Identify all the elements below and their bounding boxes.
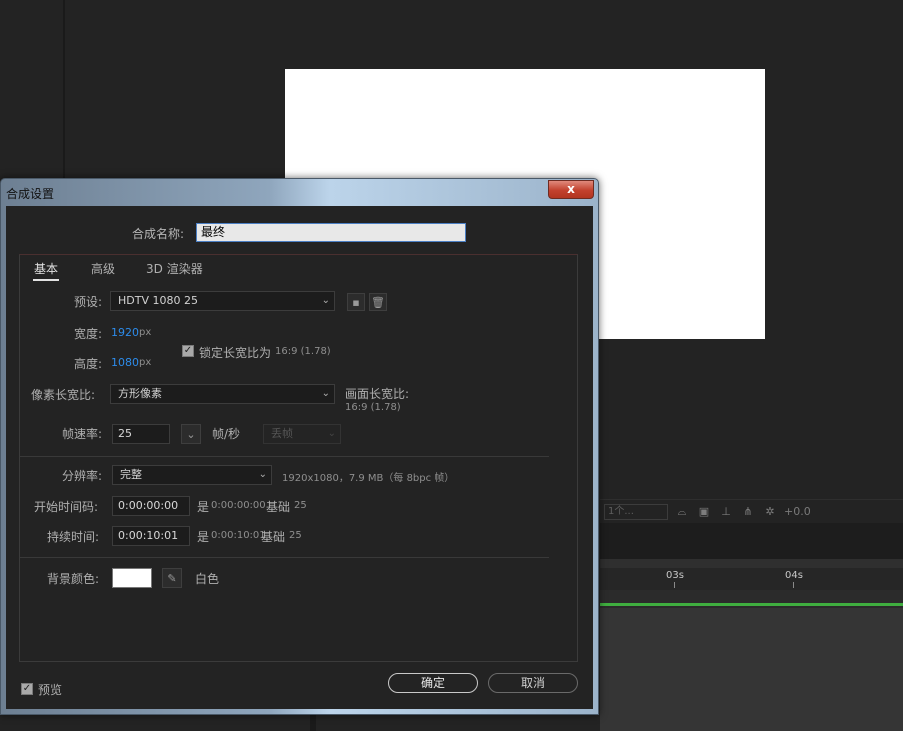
width-value[interactable]: 1920 [111, 326, 139, 339]
width-unit: px [139, 327, 152, 338]
chevron-down-icon: ⌄ [321, 295, 330, 306]
trash-icon: 🗑 [371, 295, 385, 309]
panel-divider [63, 0, 65, 180]
save-preset-button[interactable]: ▪ [347, 293, 365, 311]
start-timecode-equivalent: 0:00:00:00 [211, 500, 266, 511]
height-unit: px [139, 357, 152, 368]
start-timecode-base-label: 基础 [266, 500, 291, 514]
pixel-aspect-label: 像素长宽比: [31, 388, 96, 402]
ok-button[interactable]: 确定 [388, 673, 478, 693]
duration-base-value: 25 [289, 530, 302, 541]
resolution-info: 1920x1080，7.9 MB（每 8bpc 帧） [282, 473, 455, 484]
resolution-value: 完整 [120, 468, 142, 481]
lock-aspect-checkbox[interactable]: ✓ [182, 345, 194, 357]
start-timecode-input[interactable]: 0:00:00:00 [112, 496, 190, 516]
preset-value: HDTV 1080 25 [118, 294, 198, 307]
flowchart-icon[interactable]: ⋔ [740, 505, 756, 519]
duration-label: 持续时间: [47, 530, 100, 544]
composition-name-label: 合成名称: [132, 227, 185, 241]
close-icon: x [567, 182, 575, 196]
duration-equivalent: 0:00:10:01 [211, 530, 266, 541]
preset-label: 预设: [74, 295, 103, 309]
pixel-aspect-dropdown[interactable]: 方形像素 ⌄ [110, 384, 335, 404]
view-layout-select[interactable]: 1个... [604, 503, 668, 520]
start-timecode-label: 开始时间码: [34, 500, 99, 514]
cancel-button[interactable]: 取消 [488, 673, 578, 693]
frame-aspect-label: 画面长宽比: [345, 387, 410, 401]
lock-aspect-ratio: 16:9 (1.78) [275, 346, 331, 357]
frame-rate-dropdown[interactable]: ⌄ [181, 424, 201, 444]
frame-aspect-value: 16:9 (1.78) [345, 402, 401, 413]
start-timecode-base-value: 25 [294, 500, 307, 511]
exposure-value[interactable]: +0.0 [784, 505, 811, 518]
duration-input[interactable]: 0:00:10:01 [112, 526, 190, 546]
camera-icon[interactable]: ⌓ [674, 505, 690, 519]
composition-settings-dialog: 合成设置 x 合成名称: 最终 基本 高级 3D 渲染器 预设: HDTV 10… [0, 178, 599, 715]
dialog-titlebar[interactable]: 合成设置 x [1, 179, 598, 205]
chevron-down-icon: ⌄ [327, 428, 336, 439]
height-label: 高度: [74, 357, 103, 371]
eyedropper-button[interactable]: ✎ [162, 568, 182, 588]
ruler-tick-04s: 04s [785, 570, 803, 588]
tab-3d-renderer[interactable]: 3D 渲染器 [146, 260, 203, 277]
bg-color-name: 白色 [195, 572, 220, 586]
frame-rate-unit: 帧/秒 [212, 427, 241, 441]
bg-color-label: 背景颜色: [47, 572, 100, 586]
timeline-header [600, 523, 903, 559]
chevron-down-icon: ⌄ [321, 388, 330, 399]
lock-aspect-label[interactable]: 锁定长宽比为 [199, 344, 271, 361]
duration-base-label: 基础 [261, 530, 286, 544]
ruler-tick-03s: 03s [666, 570, 684, 588]
pixel-aspect-value: 方形像素 [118, 387, 162, 400]
section-divider [20, 456, 549, 457]
chevron-down-icon: ⌄ [258, 469, 267, 480]
composition-name-input[interactable]: 最终 [196, 223, 466, 242]
settings-tab-panel: 基本 高级 3D 渲染器 预设: HDTV 1080 25 ⌄ ▪ 🗑 宽度: … [19, 254, 578, 662]
work-area-bar[interactable] [600, 603, 903, 606]
timeline-layers-panel [600, 608, 903, 731]
resolution-dropdown[interactable]: 完整 ⌄ [112, 465, 272, 485]
frame-rate-label: 帧速率: [62, 427, 103, 441]
resolution-label: 分辨率: [62, 469, 103, 483]
section-divider [20, 557, 549, 558]
delete-preset-button[interactable]: 🗑 [369, 293, 387, 311]
chevron-down-icon: ⌄ [186, 427, 196, 441]
save-icon: ▪ [352, 295, 360, 309]
tab-advanced[interactable]: 高级 [91, 260, 115, 277]
tab-basic[interactable]: 基本 [32, 260, 60, 281]
drop-frame-dropdown: 丢帧 ⌄ [263, 424, 341, 444]
dialog-client: 合成名称: 最终 基本 高级 3D 渲染器 预设: HDTV 1080 25 ⌄… [6, 206, 593, 709]
timeline-navigator[interactable] [600, 559, 903, 568]
preview-checkbox[interactable]: ✓ [21, 683, 33, 695]
preview-label[interactable]: 预览 [38, 681, 62, 698]
time-ruler[interactable]: 03s 04s [600, 568, 903, 590]
viewer-toolbar: 1个... ⌓ ▣ ⊥ ⋔ ✲ +0.0 [600, 499, 903, 523]
duration-is: 是 [197, 530, 210, 544]
height-value[interactable]: 1080 [111, 356, 139, 369]
drop-frame-value: 丢帧 [271, 427, 293, 440]
eyedropper-icon: ✎ [167, 571, 177, 585]
bg-color-swatch[interactable] [112, 568, 152, 588]
preset-dropdown[interactable]: HDTV 1080 25 ⌄ [110, 291, 335, 311]
exposure-icon[interactable]: ✲ [762, 505, 778, 519]
close-button[interactable]: x [548, 180, 594, 199]
start-timecode-is: 是 [197, 500, 210, 514]
channel-icon[interactable]: ⊥ [718, 505, 734, 519]
dialog-title: 合成设置 [6, 187, 55, 201]
region-icon[interactable]: ▣ [696, 505, 712, 519]
width-label: 宽度: [74, 327, 103, 341]
frame-rate-input[interactable]: 25 [112, 424, 170, 444]
